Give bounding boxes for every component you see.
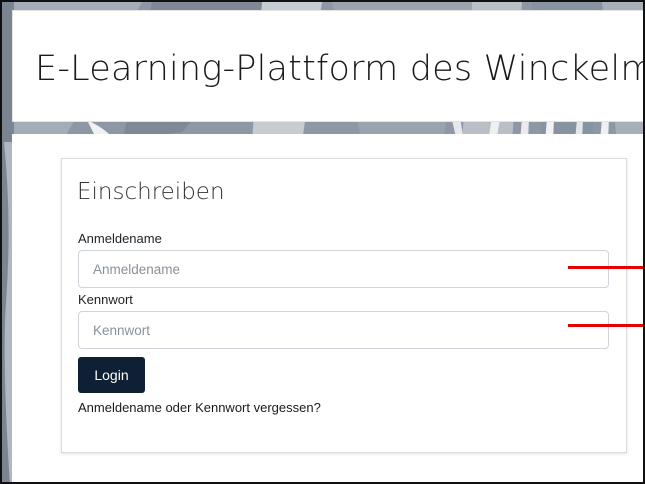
annotation-line-password (568, 324, 643, 327)
password-label: Kennwort (78, 292, 133, 307)
site-title: E-Learning-Plattform des Winckelmann (35, 49, 643, 89)
forgot-credentials-link[interactable]: Anmeldename oder Kennwort vergessen? (78, 400, 321, 415)
page: E-Learning-Plattform des Winckelmann Ein… (0, 0, 645, 484)
username-label: Anmeldename (78, 231, 162, 246)
site-header: E-Learning-Plattform des Winckelmann (12, 10, 643, 122)
annotation-line-username (568, 266, 643, 269)
login-button[interactable]: Login (78, 357, 145, 393)
username-input[interactable] (78, 250, 609, 288)
password-input[interactable] (78, 311, 609, 349)
login-heading: Einschreiben (77, 179, 225, 205)
login-card: Einschreiben Anmeldename Kennwort Login … (61, 158, 627, 453)
